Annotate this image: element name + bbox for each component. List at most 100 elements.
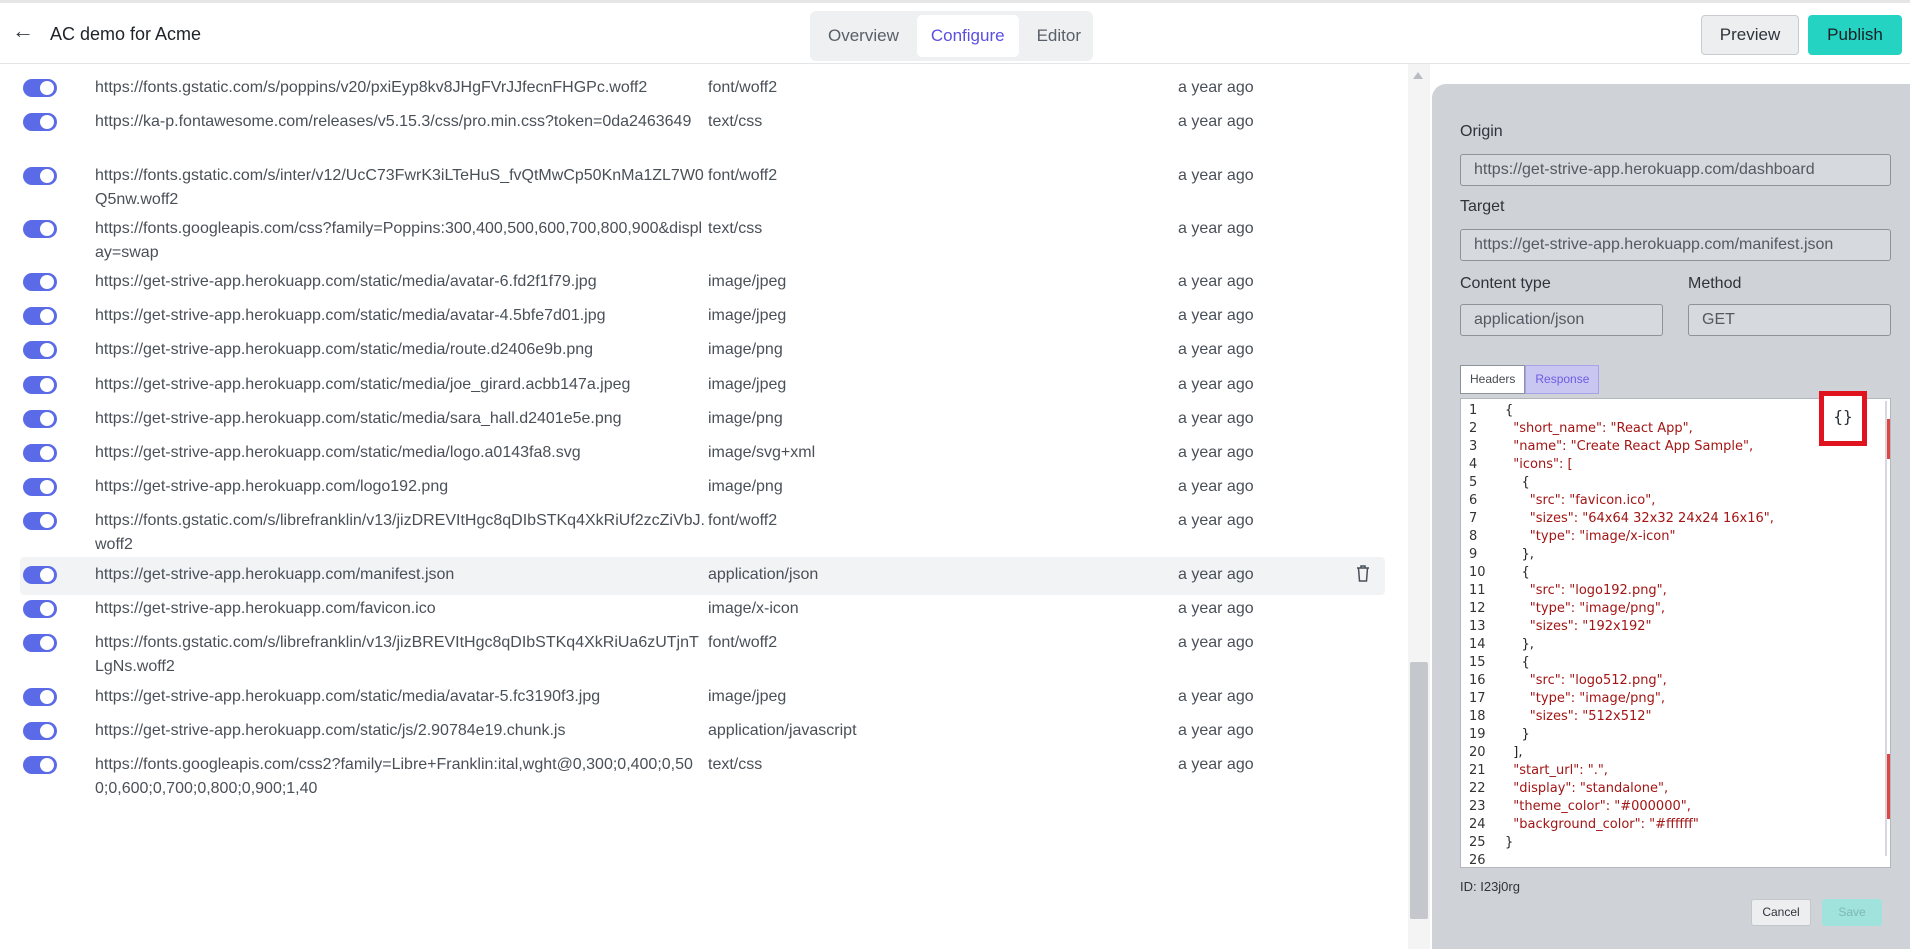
target-field[interactable]: https://get-strive-app.herokuapp.com/man…	[1460, 229, 1891, 261]
enable-toggle[interactable]	[23, 410, 57, 428]
code-line: }	[1505, 727, 1530, 742]
detail-subtabs: Headers Response	[1460, 365, 1600, 394]
line-number: 14	[1469, 637, 1486, 652]
resource-timestamp: a year ago	[1178, 341, 1254, 358]
code-line: "type": "image/x-icon"	[1505, 529, 1676, 544]
scrollbar-thumb[interactable]	[1410, 662, 1428, 919]
line-number-gutter: 1 2 3 4 5 6 7 8 9 10 11 12 13 14 15 16 17 18 19 20 21 22 23 24 2…	[1461, 399, 1499, 867]
resource-row[interactable]: https://get-strive-app.herokuapp.com/sta…	[20, 679, 1385, 717]
line-number: 20	[1469, 745, 1486, 760]
code-line: "src": "logo192.png",	[1505, 583, 1667, 598]
origin-field[interactable]: https://get-strive-app.herokuapp.com/das…	[1460, 154, 1891, 186]
resource-row[interactable]: https://get-strive-app.herokuapp.com/sta…	[20, 332, 1385, 370]
code-line: "background_color": "#ffffff"	[1505, 817, 1699, 832]
resource-timestamp: a year ago	[1178, 273, 1254, 290]
tab-response[interactable]: Response	[1525, 365, 1600, 394]
enable-toggle[interactable]	[23, 113, 57, 131]
code-line: "sizes": "192x192"	[1505, 619, 1652, 634]
method-field[interactable]: GET	[1688, 304, 1891, 336]
publish-button[interactable]: Publish	[1808, 15, 1902, 55]
resource-row[interactable]: https://fonts.gstatic.com/s/librefrankli…	[20, 503, 1385, 555]
code-line: ],	[1505, 745, 1523, 760]
line-number: 18	[1469, 709, 1486, 724]
enable-toggle[interactable]	[23, 79, 57, 97]
tab-editor[interactable]: Editor	[1023, 15, 1095, 57]
preview-button[interactable]: Preview	[1701, 15, 1799, 55]
back-arrow-icon[interactable]: ←	[12, 20, 34, 43]
code-line: "type": "image/png",	[1505, 691, 1666, 706]
enable-toggle[interactable]	[23, 566, 57, 584]
response-code-editor[interactable]: 1 2 3 4 5 6 7 8 9 10 11 12 13 14 15 16 17 18 19 20 21 22 23 24 2…	[1460, 398, 1891, 868]
resource-row[interactable]: https://get-strive-app.herokuapp.com/sta…	[20, 435, 1385, 473]
line-number: 10	[1469, 565, 1486, 580]
resource-row[interactable]: https://get-strive-app.herokuapp.com/sta…	[20, 713, 1385, 751]
resource-row[interactable]: https://get-strive-app.herokuapp.com/sta…	[20, 298, 1385, 336]
enable-toggle[interactable]	[23, 167, 57, 185]
overview-ruler-mark	[1887, 419, 1890, 459]
code-line: "sizes": "512x512"	[1505, 709, 1652, 724]
scroll-up-arrow-icon[interactable]	[1413, 72, 1423, 79]
resource-content-type: image/jpeg	[708, 376, 787, 393]
tab-overview[interactable]: Overview	[814, 15, 913, 57]
line-number: 6	[1469, 493, 1478, 508]
resource-row[interactable]: https://fonts.googleapis.com/css?family=…	[20, 211, 1385, 263]
enable-toggle[interactable]	[23, 688, 57, 706]
content-type-label: Content type	[1460, 275, 1551, 292]
format-json-button[interactable]: {}	[1819, 391, 1867, 446]
enable-toggle[interactable]	[23, 307, 57, 325]
enable-toggle[interactable]	[23, 341, 57, 359]
line-number: 12	[1469, 601, 1486, 616]
enable-toggle[interactable]	[23, 756, 57, 774]
enable-toggle[interactable]	[23, 722, 57, 740]
page-title: AC demo for Acme	[50, 24, 202, 44]
code-line: }	[1505, 835, 1514, 850]
resource-content-type: image/png	[708, 478, 783, 495]
line-number: 26	[1469, 853, 1486, 868]
resource-row[interactable]: https://get-strive-app.herokuapp.com/fav…	[20, 591, 1385, 629]
enable-toggle[interactable]	[23, 273, 57, 291]
trash-icon[interactable]	[1355, 564, 1375, 586]
resource-url: https://get-strive-app.herokuapp.com/sta…	[95, 722, 566, 739]
resource-timestamp: a year ago	[1178, 307, 1254, 324]
resource-content-type: font/woff2	[708, 634, 778, 651]
content-type-field[interactable]: application/json	[1460, 304, 1663, 336]
resource-row[interactable]: https://get-strive-app.herokuapp.com/sta…	[20, 367, 1385, 405]
resource-row[interactable]: https://get-strive-app.herokuapp.com/man…	[20, 557, 1385, 595]
enable-toggle[interactable]	[23, 512, 57, 530]
resource-content-type: image/svg+xml	[708, 444, 816, 461]
tab-headers[interactable]: Headers	[1460, 365, 1526, 394]
enable-toggle[interactable]	[23, 634, 57, 652]
line-number: 11	[1469, 583, 1486, 598]
resource-content-type: text/css	[708, 756, 763, 773]
enable-toggle[interactable]	[23, 600, 57, 618]
tab-configure[interactable]: Configure	[916, 15, 1019, 57]
resource-url: https://get-strive-app.herokuapp.com/sta…	[95, 307, 606, 324]
code-line: "display": "standalone",	[1505, 781, 1669, 796]
resource-row[interactable]: https://get-strive-app.herokuapp.com/log…	[20, 469, 1385, 507]
resource-row[interactable]: https://ka-p.fontawesome.com/releases/v5…	[20, 104, 1385, 156]
code-line: },	[1505, 547, 1534, 562]
enable-toggle[interactable]	[23, 478, 57, 496]
code-line: "start_url": ".",	[1505, 763, 1608, 778]
resource-url: https://get-strive-app.herokuapp.com/log…	[95, 478, 449, 495]
save-button[interactable]: Save	[1822, 899, 1882, 926]
code-line: {	[1505, 565, 1530, 580]
resource-row[interactable]: https://fonts.gstatic.com/s/librefrankli…	[20, 625, 1385, 677]
resource-row[interactable]: https://get-strive-app.herokuapp.com/sta…	[20, 264, 1385, 302]
resource-content-type: font/woff2	[708, 167, 778, 184]
line-number: 3	[1469, 439, 1478, 454]
enable-toggle[interactable]	[23, 220, 57, 238]
line-number: 7	[1469, 511, 1478, 526]
list-scrollbar[interactable]	[1408, 64, 1430, 949]
resource-row[interactable]: https://get-strive-app.herokuapp.com/sta…	[20, 401, 1385, 439]
enable-toggle[interactable]	[23, 444, 57, 462]
cancel-button[interactable]: Cancel	[1751, 899, 1811, 926]
line-number: 2	[1469, 421, 1478, 436]
target-label: Target	[1460, 198, 1505, 215]
enable-toggle[interactable]	[23, 376, 57, 394]
resource-timestamp: a year ago	[1178, 688, 1254, 705]
resource-row[interactable]: https://fonts.gstatic.com/s/inter/v12/Uc…	[20, 158, 1385, 210]
resource-row[interactable]: https://fonts.googleapis.com/css2?family…	[20, 747, 1385, 799]
resource-content-type: font/woff2	[708, 512, 778, 529]
resource-content-type: image/png	[708, 410, 783, 427]
